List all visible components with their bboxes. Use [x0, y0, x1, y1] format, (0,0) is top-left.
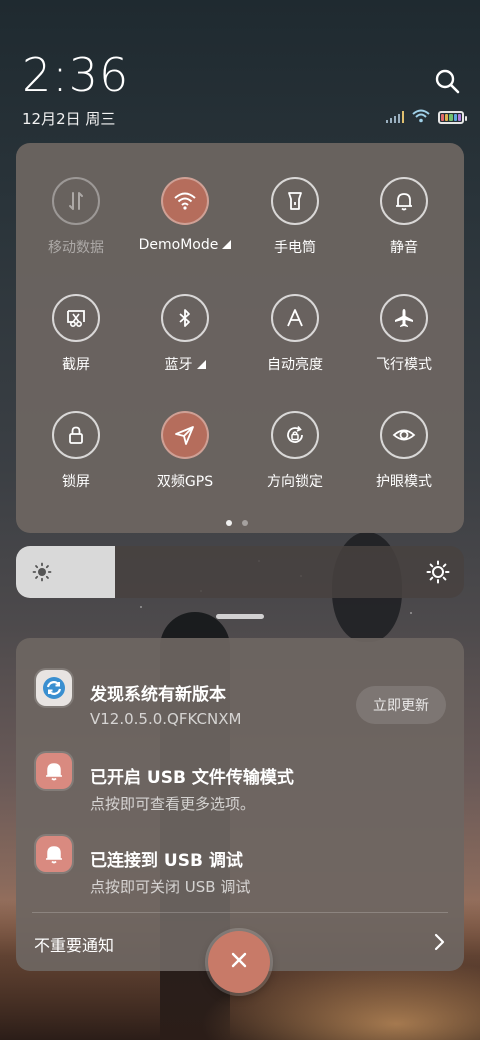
search-icon[interactable] — [432, 66, 462, 96]
page-indicator — [226, 520, 248, 526]
chevron-right-icon[interactable] — [432, 932, 446, 952]
tile-gps[interactable]: 双频GPS — [129, 411, 241, 491]
notification-text: 点按即可查看更多选项。 — [90, 795, 256, 813]
tile-mute[interactable]: 静音 — [348, 177, 460, 257]
quick-settings-panel: 移动数据 DemoMode 手电筒 静音 截屏 蓝牙 自动亮度 飞行模式 锁屏 … — [16, 143, 464, 533]
gps-icon — [161, 411, 209, 459]
notification-text: 点按即可关闭 USB 调试 — [90, 878, 251, 896]
tile-eye-protection[interactable]: 护眼模式 — [348, 411, 460, 491]
bluetooth-icon — [161, 294, 209, 342]
tile-label: 双频GPS — [156, 474, 214, 490]
tile-auto-brightness[interactable]: 自动亮度 — [239, 294, 351, 374]
page-dot[interactable] — [242, 520, 248, 526]
bell-icon — [36, 836, 72, 872]
tile-label: 手电筒 — [274, 240, 316, 256]
signal-icon — [386, 111, 404, 123]
tile-label: 护眼模式 — [376, 474, 432, 490]
notification-system-update[interactable]: 发现系统有新版本 V12.0.5.0.QFKCNXM 立即更新 — [16, 652, 464, 732]
tile-label: 锁屏 — [62, 474, 90, 490]
notification-title: 已连接到 USB 调试 — [90, 851, 243, 871]
tile-label: DemoMode — [138, 237, 219, 253]
airplane-icon — [380, 294, 428, 342]
flashlight-icon — [271, 177, 319, 225]
bell-icon — [380, 177, 428, 225]
update-now-button[interactable]: 立即更新 — [356, 686, 446, 724]
close-icon — [229, 950, 249, 974]
auto-brightness-icon — [271, 294, 319, 342]
update-icon — [36, 670, 72, 706]
eye-icon — [380, 411, 428, 459]
tile-label: 方向锁定 — [267, 474, 323, 490]
notification-usb-transfer[interactable]: 已开启 USB 文件传输模式 点按即可查看更多选项。 — [16, 735, 464, 815]
drag-handle[interactable] — [216, 614, 264, 619]
rotation-lock-icon — [271, 411, 319, 459]
status-icons — [386, 108, 467, 127]
wifi-icon — [161, 177, 209, 225]
tile-rotation-lock[interactable]: 方向锁定 — [239, 411, 351, 491]
tile-bluetooth[interactable]: 蓝牙 — [129, 294, 241, 374]
expand-caret-icon[interactable] — [222, 240, 232, 249]
bell-icon — [36, 753, 72, 789]
tile-label: 静音 — [390, 240, 418, 256]
brightness-high-icon — [426, 560, 450, 584]
tile-label: 蓝牙 — [164, 357, 193, 373]
screenshot-icon — [52, 294, 100, 342]
brightness-low-icon — [32, 562, 52, 582]
clock: 2:36 — [22, 48, 130, 102]
tile-flashlight[interactable]: 手电筒 — [239, 177, 351, 257]
brightness-slider[interactable] — [16, 546, 464, 598]
tile-mobile-data[interactable]: 移动数据 — [20, 177, 132, 257]
tile-wifi[interactable]: DemoMode — [129, 177, 241, 253]
unimportant-notifications-link[interactable]: 不重要通知 — [34, 932, 114, 956]
brightness-slider-fill[interactable] — [16, 546, 115, 598]
expand-caret-icon[interactable] — [196, 360, 206, 369]
battery-icon — [438, 110, 467, 124]
clear-all-button[interactable] — [208, 931, 270, 993]
notification-text: V12.0.5.0.QFKCNXM — [90, 710, 242, 728]
tile-label: 移动数据 — [48, 240, 104, 256]
tile-screenshot[interactable]: 截屏 — [20, 294, 132, 374]
notification-title: 已开启 USB 文件传输模式 — [90, 768, 294, 788]
tile-label: 自动亮度 — [267, 357, 323, 373]
divider — [32, 912, 448, 913]
tile-label: 截屏 — [62, 357, 90, 373]
notification-title: 发现系统有新版本 — [90, 685, 226, 705]
notification-usb-debugging[interactable]: 已连接到 USB 调试 点按即可关闭 USB 调试 — [16, 818, 464, 898]
lock-icon — [52, 411, 100, 459]
tile-lock-screen[interactable]: 锁屏 — [20, 411, 132, 491]
wifi-icon — [412, 108, 430, 127]
date: 12月2日 周三 — [22, 110, 116, 128]
notifications-panel: 发现系统有新版本 V12.0.5.0.QFKCNXM 立即更新 已开启 USB … — [16, 638, 464, 971]
mobile-data-icon — [52, 177, 100, 225]
page-dot-active[interactable] — [226, 520, 232, 526]
tile-airplane[interactable]: 飞行模式 — [348, 294, 460, 374]
tile-label: 飞行模式 — [376, 357, 432, 373]
